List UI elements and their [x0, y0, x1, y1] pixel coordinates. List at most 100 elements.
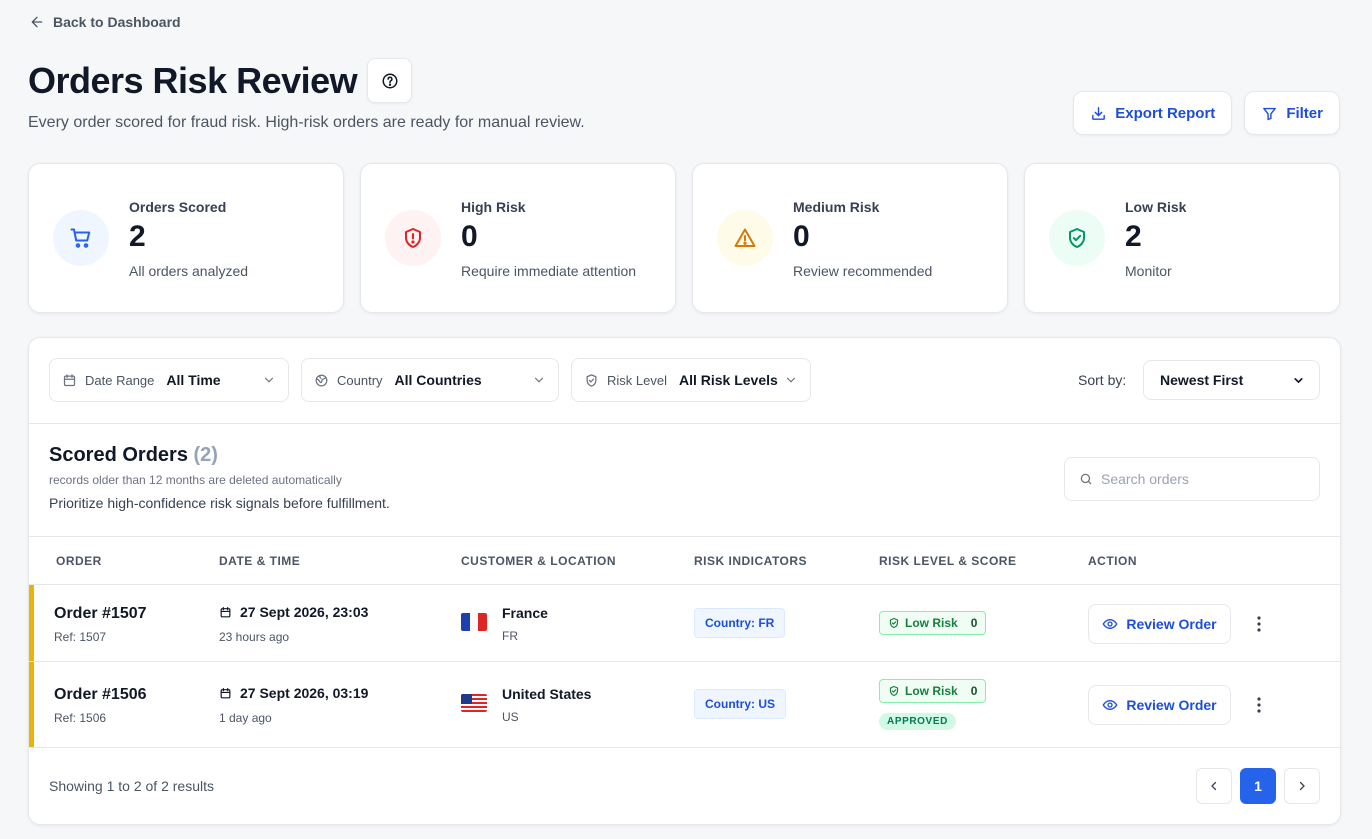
shield-check-icon — [586, 373, 597, 387]
stat-card-low-risk: Low Risk 2 Monitor — [1024, 163, 1340, 313]
stat-desc: Review recommended — [793, 263, 933, 279]
retention-note: records older than 12 months are deleted… — [49, 473, 342, 487]
sort-label: Sort by: — [1078, 372, 1127, 388]
list-title-text: Scored Orders — [49, 444, 188, 466]
flag-france-icon — [461, 613, 487, 631]
sort-select[interactable]: Newest First — [1143, 360, 1320, 400]
stat-icon-wrap — [385, 210, 441, 266]
order-ref: Ref: 1506 — [54, 711, 107, 725]
header-actions: Export Report Filter — [1073, 91, 1340, 135]
next-page-button[interactable] — [1284, 768, 1320, 804]
stat-label: Orders Scored — [129, 199, 227, 215]
more-options-icon[interactable] — [1251, 614, 1267, 634]
stat-label: Medium Risk — [793, 199, 880, 215]
eye-icon — [1102, 618, 1118, 630]
stat-icon-wrap — [53, 210, 109, 266]
more-options-icon[interactable] — [1251, 695, 1267, 715]
stat-label: Low Risk — [1125, 199, 1187, 215]
customer-country: France — [502, 605, 548, 621]
help-circle-icon — [382, 73, 398, 88]
shield-check-icon — [889, 617, 899, 629]
order-ref: Ref: 1507 — [54, 630, 107, 644]
title-row: Orders Risk Review — [28, 58, 413, 103]
list-title: Scored Orders (2) — [49, 444, 390, 467]
orders-panel: Date Range All Time Country All Countrie… — [28, 337, 1341, 825]
stat-value: 2 — [129, 220, 146, 253]
chevron-left-icon — [1211, 781, 1217, 791]
shield-check-icon — [889, 685, 899, 697]
status-badge: APPROVED — [879, 713, 956, 730]
risk-level-text: Low Risk — [905, 684, 958, 698]
eye-icon — [1102, 699, 1118, 711]
chevron-down-icon — [534, 377, 544, 383]
table-row[interactable]: Order #1506 Ref: 1506 27 Sept 2026, 03:1… — [29, 662, 1340, 748]
list-subtitle: Prioritize high-confidence risk signals … — [49, 495, 390, 511]
risk-level-label: Risk Level — [607, 372, 667, 388]
review-order-label: Review Order — [1126, 616, 1217, 632]
chevron-down-icon — [786, 377, 796, 383]
date-range-label: Date Range — [85, 372, 155, 388]
globe-icon — [315, 374, 328, 386]
previous-page-button[interactable] — [1196, 768, 1232, 804]
filter-button[interactable]: Filter — [1244, 91, 1340, 135]
review-order-button[interactable]: Review Order — [1088, 685, 1231, 725]
search-icon — [1080, 473, 1092, 485]
date-range-value: All Time — [166, 372, 221, 388]
shield-alert-icon — [405, 228, 421, 248]
search-box — [1064, 457, 1320, 501]
page-button-current[interactable]: 1 — [1240, 768, 1276, 804]
stat-card-orders-scored: Orders Scored 2 All orders analyzed — [28, 163, 344, 313]
chevron-down-icon — [264, 377, 274, 383]
review-order-button[interactable]: Review Order — [1088, 604, 1231, 644]
country-code: US — [502, 710, 519, 724]
risk-score: 0 — [970, 616, 978, 630]
table-header: ORDER DATE & TIME CUSTOMER & LOCATION RI… — [29, 536, 1340, 585]
flag-us-icon — [461, 694, 487, 712]
stat-card-high-risk: High Risk 0 Require immediate attention — [360, 163, 676, 313]
risk-indicator-chip: Country: FR — [694, 608, 786, 638]
chevron-right-icon — [1299, 781, 1305, 791]
stat-value: 0 — [461, 220, 478, 253]
export-report-button[interactable]: Export Report — [1073, 91, 1233, 135]
column-header-customer: CUSTOMER & LOCATION — [461, 554, 617, 568]
stat-icon-wrap — [1049, 210, 1105, 266]
column-header-action: ACTION — [1088, 554, 1137, 568]
arrow-left-icon — [31, 16, 43, 28]
order-id: Order #1507 — [54, 605, 147, 622]
filter-label: Filter — [1286, 104, 1323, 122]
stat-desc: Monitor — [1125, 263, 1172, 279]
risk-level-dropdown[interactable]: Risk Level All Risk Levels — [571, 358, 811, 402]
calendar-icon — [63, 373, 76, 386]
column-header-order: ORDER — [56, 554, 102, 568]
back-to-dashboard-link[interactable]: Back to Dashboard — [29, 14, 181, 30]
date-range-dropdown[interactable]: Date Range All Time — [49, 358, 289, 402]
stat-card-medium-risk: Medium Risk 0 Review recommended — [692, 163, 1008, 313]
page-title: Orders Risk Review — [28, 59, 358, 101]
funnel-icon — [1263, 107, 1277, 120]
help-button[interactable] — [367, 58, 413, 103]
risk-indicator-chip: Country: US — [694, 689, 786, 719]
table-row[interactable]: Order #1507 Ref: 1507 27 Sept 2026, 23:0… — [29, 585, 1340, 662]
pagination: 1 — [1196, 768, 1320, 804]
download-icon — [1092, 106, 1106, 120]
risk-marker — [29, 662, 34, 747]
country-code: FR — [502, 629, 518, 643]
country-dropdown[interactable]: Country All Countries — [301, 358, 559, 402]
calendar-icon — [220, 687, 231, 698]
back-label: Back to Dashboard — [53, 14, 181, 30]
risk-level-badge: Low Risk 0 — [879, 611, 987, 635]
cart-icon — [70, 228, 91, 248]
order-datetime: 27 Sept 2026, 23:03 — [219, 604, 368, 620]
stat-icon-wrap — [717, 210, 773, 266]
column-header-datetime: DATE & TIME — [219, 554, 301, 568]
order-datetime: 27 Sept 2026, 03:19 — [219, 685, 368, 701]
column-header-risk-indicators: RISK INDICATORS — [694, 554, 808, 568]
order-id: Order #1506 — [54, 686, 147, 703]
stat-desc: All orders analyzed — [129, 263, 249, 279]
search-input[interactable] — [1101, 471, 1301, 487]
pagination-summary: Showing 1 to 2 of 2 results — [49, 778, 214, 794]
calendar-icon — [220, 606, 231, 617]
stat-value: 0 — [793, 220, 810, 253]
stat-desc: Require immediate attention — [461, 263, 637, 279]
list-count: (2) — [193, 444, 218, 466]
